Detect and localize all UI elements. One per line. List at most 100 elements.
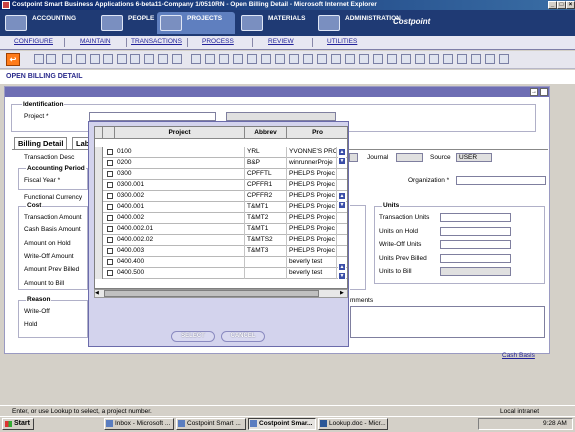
table-row[interactable]: 0400.002.02 T&MTS2 PHELPS Projec	[95, 235, 347, 246]
nav-tab-projects[interactable]: PROJECTS	[157, 12, 235, 34]
menu-configure[interactable]: CONFIGURE	[14, 38, 53, 45]
write-off-units-field[interactable]	[440, 240, 511, 249]
row-checkbox[interactable]	[107, 215, 113, 221]
nav-tab-materials[interactable]: MATERIALS	[238, 12, 314, 34]
comments-textarea[interactable]	[350, 306, 545, 338]
column-header-abbrev[interactable]: Abbrev	[245, 127, 287, 139]
toolbar-icon[interactable]	[62, 54, 72, 64]
restore-icon[interactable]: →	[530, 88, 538, 96]
row-checkbox[interactable]	[107, 248, 113, 254]
row-checkbox[interactable]	[107, 171, 113, 177]
toolbar-icon[interactable]	[345, 54, 355, 64]
scroll-up-icon[interactable]: ▲	[338, 148, 346, 156]
row-checkbox[interactable]	[107, 270, 113, 276]
toolbar-icon[interactable]	[219, 54, 229, 64]
toolbar-icon[interactable]	[46, 54, 56, 64]
toolbar-icon[interactable]	[172, 54, 182, 64]
toolbar-icon[interactable]	[471, 54, 481, 64]
toolbar-icon[interactable]	[457, 54, 467, 64]
organization-input[interactable]	[456, 176, 546, 185]
toolbar-icon[interactable]	[117, 54, 127, 64]
toolbar-icon[interactable]	[205, 54, 215, 64]
toolbar-icon[interactable]	[158, 54, 168, 64]
row-checkbox[interactable]	[107, 182, 113, 188]
taskbar-item-lookup-doc[interactable]: Lookup.doc - Micr...	[318, 418, 388, 430]
table-row[interactable]: 0400.002.01 T&MT1 PHELPS Projec	[95, 224, 347, 235]
transaction-units-field[interactable]	[440, 213, 511, 222]
column-header-project-name[interactable]: Pro	[287, 127, 347, 139]
toolbar-icon[interactable]	[359, 54, 369, 64]
toolbar-icon[interactable]	[103, 54, 113, 64]
maximize-button[interactable]: □	[557, 1, 566, 9]
project-input[interactable]	[89, 112, 216, 121]
toolbar-icon[interactable]	[247, 54, 257, 64]
row-checkbox[interactable]	[107, 226, 113, 232]
cash-basis-link[interactable]: Cash Basis	[502, 352, 535, 359]
toolbar-icon[interactable]	[387, 54, 397, 64]
scroll-down-icon[interactable]: ▼	[338, 272, 346, 280]
nav-tab-people[interactable]: PEOPLE	[98, 12, 154, 34]
start-button[interactable]: Start	[2, 418, 34, 430]
toolbar-icon[interactable]	[443, 54, 453, 64]
tab-billing-detail[interactable]: Billing Detail	[14, 137, 68, 149]
row-checkbox[interactable]	[107, 259, 113, 265]
menu-utilities[interactable]: UTILITIES	[327, 38, 357, 45]
menu-maintain[interactable]: MAINTAIN	[80, 38, 111, 45]
close-button[interactable]: ×	[566, 1, 575, 9]
units-on-hold-field[interactable]	[440, 227, 511, 236]
scroll-up-icon[interactable]: ▲	[338, 263, 346, 271]
taskbar-item-costpoint-active[interactable]: Costpoint Smar...	[248, 418, 316, 430]
toolbar-icon[interactable]	[261, 54, 271, 64]
toolbar-icon[interactable]	[499, 54, 509, 64]
column-header-project[interactable]: Project	[115, 127, 245, 139]
menu-review[interactable]: REVIEW	[268, 38, 294, 45]
scroll-up-icon[interactable]: ▲	[338, 192, 346, 200]
table-row[interactable]: 0400.003 T&MT3 PHELPS Projec	[95, 246, 347, 257]
table-row[interactable]: 0400.001 T&MT1 PHELPS Projec	[95, 202, 347, 213]
minimize-button[interactable]: _	[548, 1, 557, 9]
cancel-button[interactable]: CANCEL	[221, 331, 265, 342]
nav-tab-administration[interactable]: ADMINISTRATION	[315, 12, 401, 34]
table-row[interactable]: 0400.400 beverly test	[95, 257, 347, 268]
toolbar-icon[interactable]	[34, 54, 44, 64]
maximize-panel-icon[interactable]	[540, 88, 548, 96]
row-checkbox[interactable]	[107, 237, 113, 243]
table-row[interactable]: 0300.001 CPFFR1 PHELPS Projec	[95, 180, 347, 191]
row-checkbox[interactable]	[107, 149, 113, 155]
nav-tab-accounting[interactable]: ACCOUNTING	[2, 12, 78, 34]
scrollbar-thumb[interactable]	[104, 290, 319, 297]
toolbar-icon[interactable]	[90, 54, 100, 64]
toolbar-icon[interactable]	[233, 54, 243, 64]
toolbar-icon[interactable]	[317, 54, 327, 64]
table-row[interactable]: 0200 B&P winrunnerProje	[95, 158, 347, 169]
scroll-down-icon[interactable]: ▼	[338, 201, 346, 209]
exit-icon[interactable]: ↩	[6, 53, 20, 66]
toolbar-icon[interactable]	[191, 54, 201, 64]
toolbar-icon[interactable]	[373, 54, 383, 64]
menu-process[interactable]: PROCESS	[202, 38, 234, 45]
row-checkbox[interactable]	[107, 160, 113, 166]
taskbar-item-costpoint[interactable]: Costpoint Smart ...	[176, 418, 246, 430]
scroll-left-icon[interactable]: ◀	[95, 290, 99, 296]
taskbar-item-inbox[interactable]: Inbox - Microsoft ...	[104, 418, 174, 430]
table-row[interactable]: 0300 CPFFTL PHELPS Projec	[95, 169, 347, 180]
toolbar-icon[interactable]	[415, 54, 425, 64]
toolbar-icon[interactable]	[401, 54, 411, 64]
toolbar-icon[interactable]	[144, 54, 154, 64]
toolbar-icon[interactable]	[331, 54, 341, 64]
dropdown-arrow-icon[interactable]	[349, 153, 358, 162]
units-prev-billed-field[interactable]	[440, 254, 511, 263]
menu-transactions[interactable]: TRANSACTIONS	[131, 38, 182, 45]
toolbar-icon[interactable]	[429, 54, 439, 64]
table-row[interactable]: 0100 YRL YVONNE'S PROJ	[95, 147, 347, 158]
table-row[interactable]: 0300.002 CPFFR2 PHELPS Projec	[95, 191, 347, 202]
toolbar-icon[interactable]	[485, 54, 495, 64]
scroll-right-icon[interactable]: ▶	[340, 290, 344, 296]
toolbar-icon[interactable]	[275, 54, 285, 64]
toolbar-icon[interactable]	[289, 54, 299, 64]
table-row[interactable]: 0400.500 beverly test	[95, 268, 347, 279]
select-button[interactable]: SELECT	[171, 331, 215, 342]
toolbar-icon[interactable]	[130, 54, 140, 64]
toolbar-icon[interactable]	[303, 54, 313, 64]
row-checkbox[interactable]	[107, 193, 113, 199]
